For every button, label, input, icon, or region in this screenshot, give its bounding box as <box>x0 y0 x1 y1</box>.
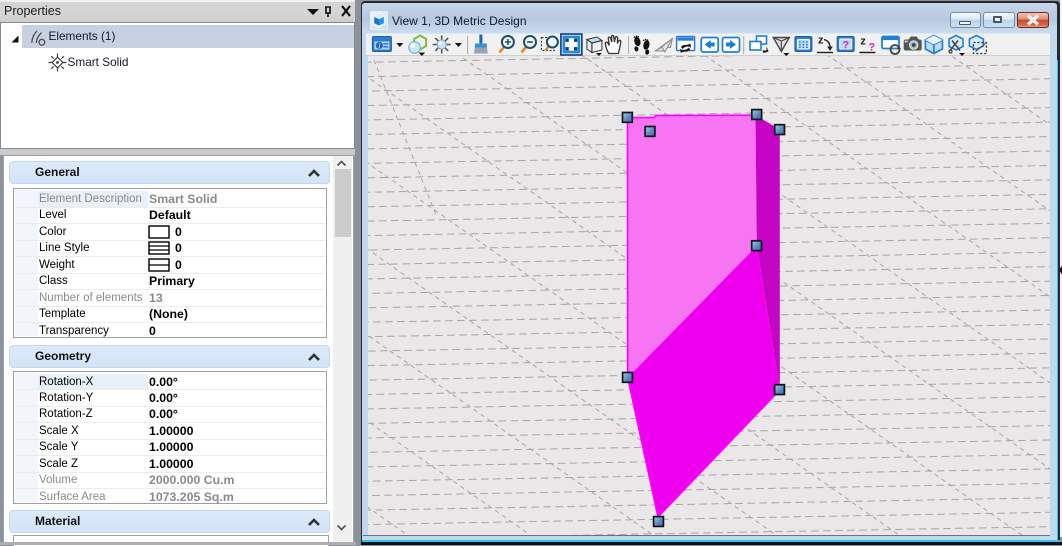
svg-text:?: ? <box>842 40 849 52</box>
svg-text:i: i <box>378 42 380 51</box>
svg-text:z: z <box>818 35 824 47</box>
svg-text:z: z <box>860 36 866 48</box>
svg-text:?: ? <box>868 42 875 54</box>
